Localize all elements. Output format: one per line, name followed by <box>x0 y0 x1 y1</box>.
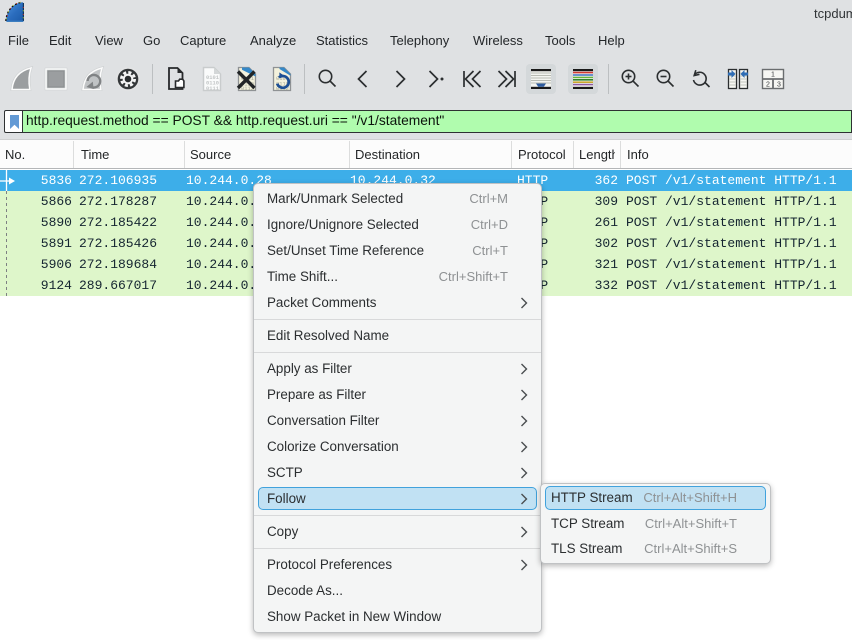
svg-text:0111: 0111 <box>206 86 219 92</box>
svg-text:1: 1 <box>771 72 775 79</box>
svg-text:3: 3 <box>777 82 781 89</box>
svg-text:2: 2 <box>766 82 770 89</box>
